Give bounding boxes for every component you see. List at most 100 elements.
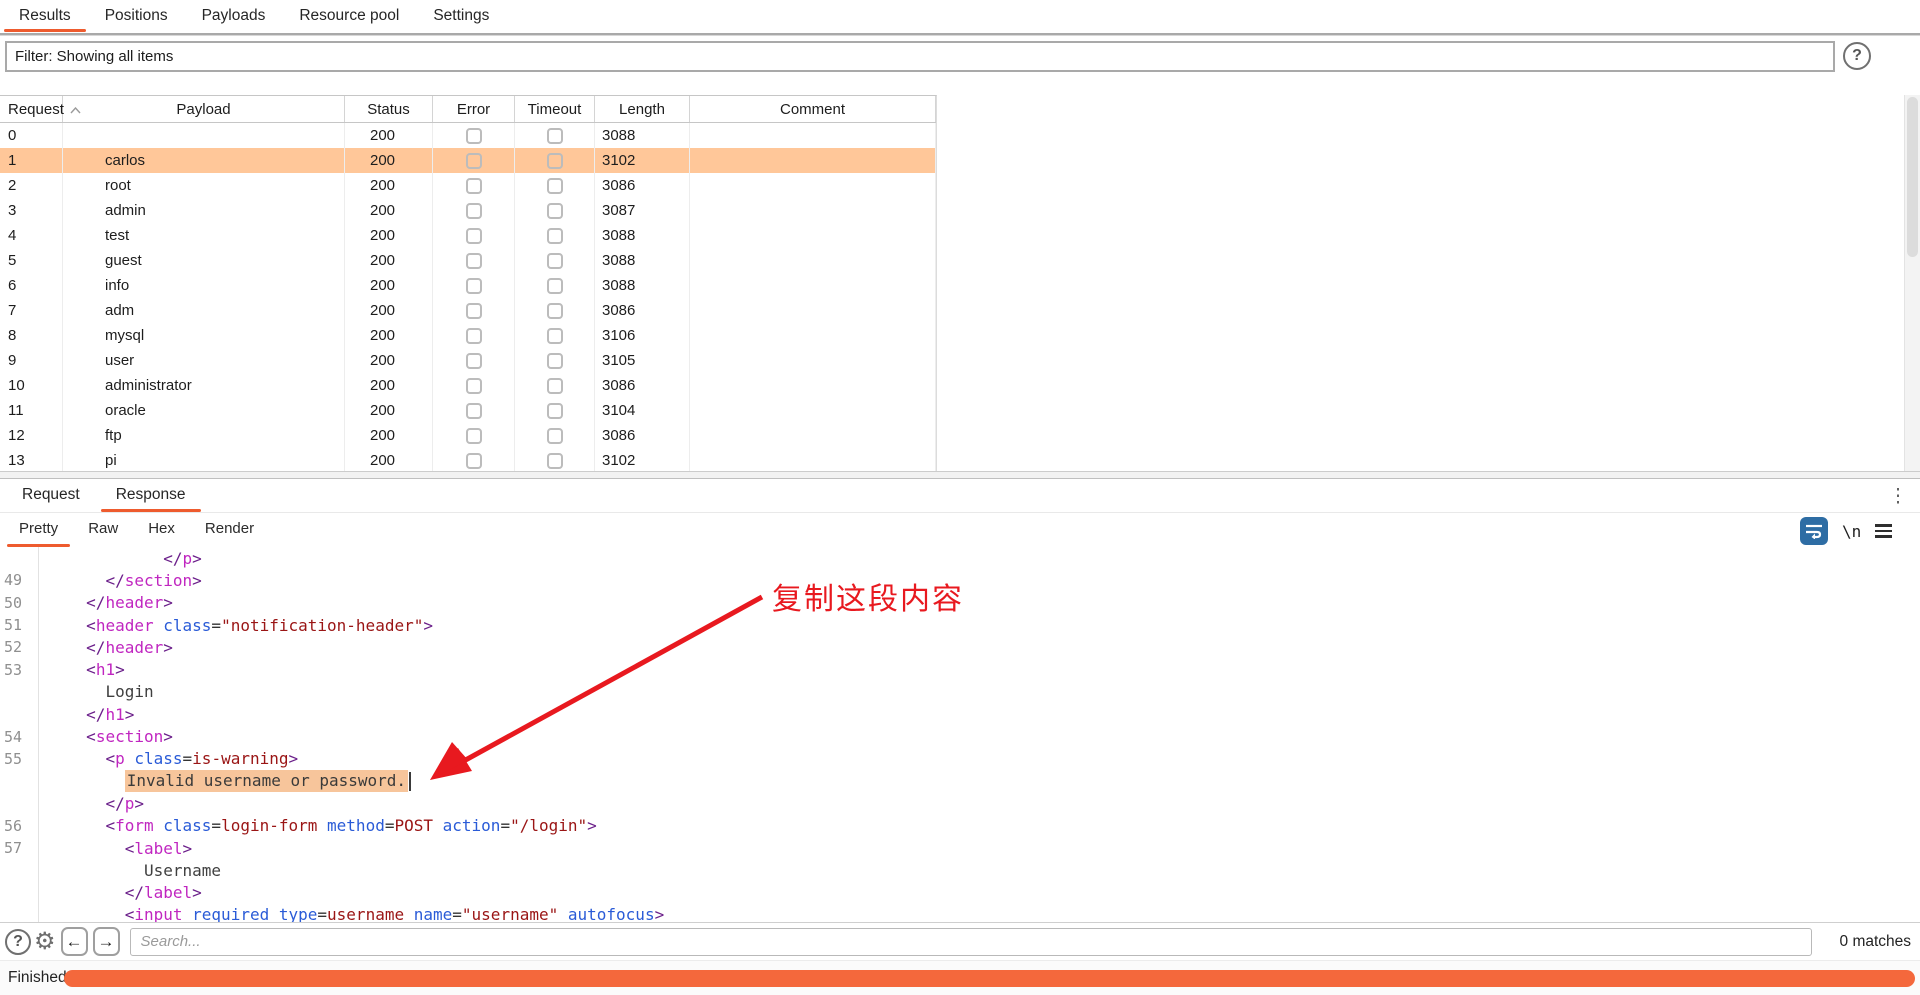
comment-cell [690, 273, 936, 298]
error-checkbox[interactable] [465, 277, 482, 294]
view-tab-raw[interactable]: Raw [73, 513, 133, 547]
error-checkbox[interactable] [465, 377, 482, 394]
code-token: > [115, 660, 125, 680]
status-cell: 200 [345, 148, 433, 173]
status-cell: 200 [345, 273, 433, 298]
timeout-checkbox[interactable] [546, 402, 563, 419]
timeout-checkbox[interactable] [546, 177, 563, 194]
table-row-request-3[interactable]: 3 admin 200 3087 [0, 198, 936, 223]
error-checkbox[interactable] [465, 202, 482, 219]
kebab-menu-icon[interactable]: ⋮ [1888, 484, 1908, 510]
code-token: > [134, 793, 144, 813]
error-checkbox[interactable] [465, 452, 482, 469]
error-cell [433, 448, 515, 473]
error-checkbox[interactable] [465, 302, 482, 319]
timeout-checkbox[interactable] [546, 277, 563, 294]
top-tab-settings[interactable]: Settings [416, 0, 506, 33]
timeout-checkbox[interactable] [546, 302, 563, 319]
view-tab-render[interactable]: Render [190, 513, 269, 547]
column-label: Comment [779, 100, 846, 118]
timeout-checkbox[interactable] [546, 377, 563, 394]
table-row-request-8[interactable]: 8 mysql 200 3106 [0, 323, 936, 348]
table-row-request-4[interactable]: 4 test 200 3088 [0, 223, 936, 248]
table-row-request-5[interactable]: 5 guest 200 3088 [0, 248, 936, 273]
newline-toggle-button[interactable]: \n [1842, 522, 1861, 541]
previous-match-button[interactable]: ← [60, 927, 88, 956]
payload-cell: info [63, 273, 345, 298]
error-checkbox[interactable] [465, 402, 482, 419]
top-tab-positions[interactable]: Positions [88, 0, 185, 33]
error-checkbox[interactable] [465, 152, 482, 169]
word-wrap-icon[interactable] [1800, 517, 1828, 545]
pane-splitter[interactable] [0, 471, 1920, 479]
table-row-request-1[interactable]: 1 carlos 200 3102 [0, 148, 936, 173]
results-table: Request Payload Status Error Timeout Length Co… [0, 95, 937, 473]
table-row-request-12[interactable]: 12 ftp 200 3086 [0, 423, 936, 448]
top-tab-results[interactable]: Results [2, 0, 88, 33]
status-cell: 200 [345, 448, 433, 473]
help-icon[interactable]: ? [1843, 42, 1871, 70]
timeout-checkbox[interactable] [546, 127, 563, 144]
gutter-divider [38, 547, 39, 922]
column-header-timeout[interactable]: Timeout [515, 96, 595, 122]
error-checkbox[interactable] [465, 327, 482, 344]
editor-tab-response[interactable]: Response [98, 479, 204, 512]
timeout-checkbox[interactable] [546, 452, 563, 469]
filter-bar[interactable]: Filter: Showing all items [5, 41, 1835, 72]
error-checkbox[interactable] [465, 127, 482, 144]
next-match-button[interactable]: → [92, 927, 120, 956]
error-cell [433, 323, 515, 348]
table-row-request-0[interactable]: 0 200 3088 [0, 123, 936, 148]
comment-cell [690, 198, 936, 223]
timeout-checkbox[interactable] [546, 202, 563, 219]
table-row-request-7[interactable]: 7 adm 200 3086 [0, 298, 936, 323]
line-content: </h1> [30, 705, 134, 724]
table-row-request-9[interactable]: 9 user 200 3105 [0, 348, 936, 373]
table-scrollbar[interactable] [1904, 95, 1920, 472]
status-cell: 200 [345, 373, 433, 398]
code-token: Username [143, 860, 222, 880]
column-header-error[interactable]: Error [433, 96, 515, 122]
code-token: < [86, 615, 96, 635]
timeout-checkbox[interactable] [546, 252, 563, 269]
length-cell: 3088 [595, 248, 690, 273]
timeout-checkbox[interactable] [546, 152, 563, 169]
editor-tab-request[interactable]: Request [4, 479, 98, 512]
code-token: </ [86, 704, 106, 724]
top-tab-payloads[interactable]: Payloads [185, 0, 283, 33]
code-token: > [182, 838, 193, 858]
search-input[interactable] [129, 927, 1812, 956]
view-tab-hex[interactable]: Hex [133, 513, 190, 547]
error-checkbox[interactable] [465, 352, 482, 369]
status-cell: 200 [345, 223, 433, 248]
line-number: 52 [3, 638, 22, 657]
gear-icon[interactable]: ⚙ [34, 928, 56, 955]
request-cell: 4 [0, 223, 63, 248]
top-tab-resource-pool[interactable]: Resource pool [282, 0, 416, 33]
timeout-checkbox[interactable] [546, 352, 563, 369]
column-header-payload[interactable]: Payload [63, 96, 345, 122]
table-row-request-6[interactable]: 6 info 200 3088 [0, 273, 936, 298]
error-checkbox[interactable] [465, 227, 482, 244]
column-header-request[interactable]: Request [0, 96, 81, 122]
results-table-body: 0 200 3088 1 carlos 200 3102 2 root 200 3086 3 admin… [0, 123, 936, 473]
timeout-checkbox[interactable] [546, 327, 563, 344]
hamburger-menu-icon[interactable] [1875, 524, 1893, 538]
timeout-checkbox[interactable] [546, 427, 563, 444]
error-checkbox[interactable] [465, 177, 482, 194]
table-row-request-11[interactable]: 11 oracle 200 3104 [0, 398, 936, 423]
column-header-length[interactable]: Length [595, 96, 690, 122]
column-header-comment[interactable]: Comment [690, 96, 936, 122]
response-code-pane[interactable]: </p> 49 </section> 50 </header> 51 <header … [0, 547, 1920, 922]
table-row-request-13[interactable]: 13 pi 200 3102 [0, 448, 936, 473]
table-row-request-10[interactable]: 10 administrator 200 3086 [0, 373, 936, 398]
column-header-status[interactable]: Status [345, 96, 433, 122]
search-help-icon[interactable]: ? [5, 928, 31, 955]
table-scrollbar-thumb[interactable] [1907, 97, 1918, 257]
table-row-request-2[interactable]: 2 root 200 3086 [0, 173, 936, 198]
error-checkbox[interactable] [465, 252, 482, 269]
error-checkbox[interactable] [465, 427, 482, 444]
view-tab-pretty[interactable]: Pretty [4, 513, 73, 547]
timeout-checkbox[interactable] [546, 227, 563, 244]
